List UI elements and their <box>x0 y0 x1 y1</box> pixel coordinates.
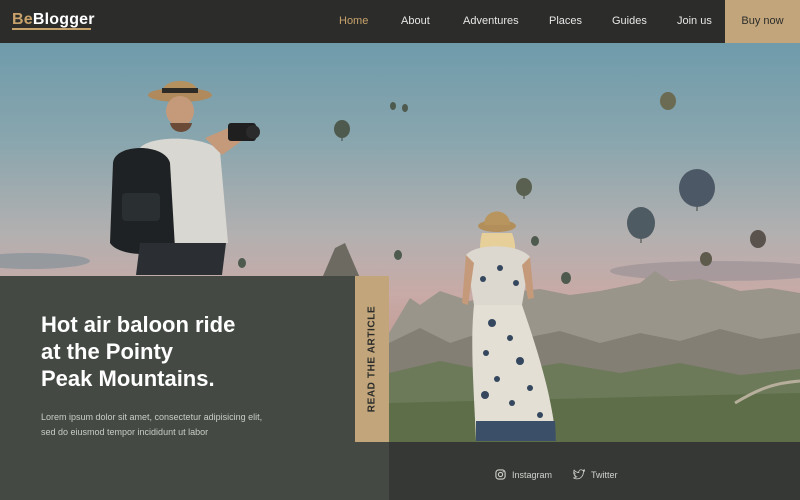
brand-prefix: Be <box>12 11 33 28</box>
article-title-line: Peak Mountains. <box>41 366 215 391</box>
article-excerpt-line: Lorem ipsum dolor sit amet, consectetur … <box>41 412 263 422</box>
nav-guides[interactable]: Guides <box>612 15 647 27</box>
read-article-label: READ THE ARTICLE <box>366 305 378 413</box>
nav-places[interactable]: Places <box>549 15 582 27</box>
buy-now-button[interactable]: Buy now <box>725 0 800 43</box>
brand-logo[interactable]: BeBlogger <box>12 11 95 29</box>
nav-home[interactable]: Home <box>339 15 368 27</box>
logo-underline <box>12 28 91 30</box>
nav-about[interactable]: About <box>401 15 430 27</box>
article-title-line: at the Pointy <box>41 339 174 364</box>
instagram-link[interactable]: Instagram <box>495 469 552 480</box>
top-navigation: BeBlogger Home About Adventures Places G… <box>0 0 800 43</box>
article-title-line: Hot air baloon ride <box>41 312 236 337</box>
read-article-button[interactable]: READ THE ARTICLE <box>355 276 389 442</box>
twitter-link[interactable]: Twitter <box>573 469 618 480</box>
article-excerpt: Lorem ipsum dolor sit amet, consectetur … <box>41 410 331 440</box>
twitter-label: Twitter <box>591 469 618 480</box>
nav-join-us[interactable]: Join us <box>677 15 712 27</box>
twitter-icon <box>573 469 585 480</box>
instagram-icon <box>495 469 506 480</box>
article-excerpt-line: sed do eiusmod tempor incididunt ut labo… <box>41 427 209 437</box>
nav-adventures[interactable]: Adventures <box>463 15 519 27</box>
brand-name: Blogger <box>32 11 95 28</box>
instagram-label: Instagram <box>512 469 553 480</box>
article-title: Hot air baloon ride at the Pointy Peak M… <box>41 311 341 392</box>
